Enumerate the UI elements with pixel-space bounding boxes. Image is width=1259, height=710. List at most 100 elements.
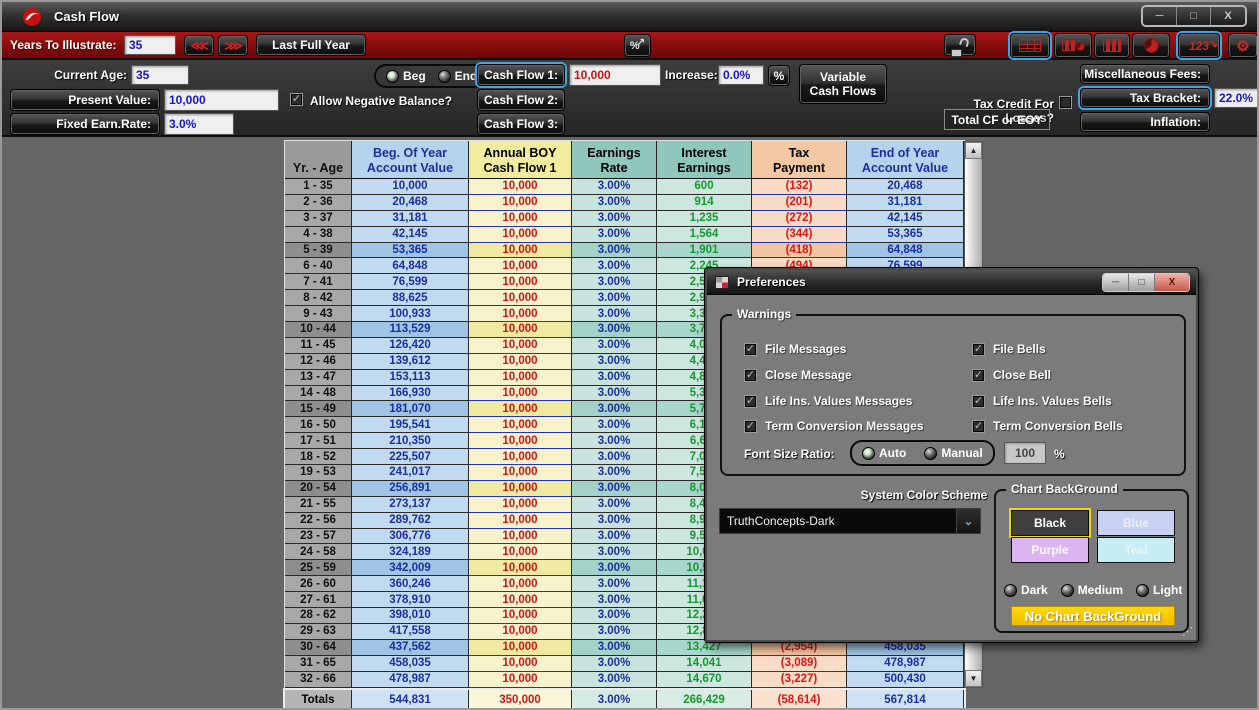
cell-earnings-rate[interactable]: 3.00% <box>572 210 657 227</box>
cell-end-of-year[interactable]: 64,848 <box>847 242 964 259</box>
bar-chart-button[interactable] <box>1094 33 1130 58</box>
cell-earnings-rate[interactable]: 3.00% <box>572 353 657 370</box>
cell-beg-of-year[interactable]: 241,017 <box>352 465 469 481</box>
cell-tax-payment[interactable]: (3,089) <box>752 655 847 672</box>
variable-cash-flows-button[interactable]: Variable Cash Flows <box>799 64 887 104</box>
preferences-maximize-icon[interactable]: □ <box>1129 274 1155 291</box>
cell-beg-of-year[interactable]: 360,246 <box>352 576 469 593</box>
cell-yr-age[interactable]: 17 - 51 <box>285 433 352 450</box>
cell-earnings-rate[interactable]: 3.00% <box>572 512 657 529</box>
cell-earnings-rate[interactable]: 3.00% <box>572 417 657 434</box>
close-message-checkbox-row[interactable]: Close Message <box>744 368 852 382</box>
cell-earnings-rate[interactable]: 3.00% <box>572 242 657 259</box>
cell-earnings-rate[interactable]: 3.00% <box>572 528 657 545</box>
purple-background-button[interactable]: Purple <box>1011 537 1089 563</box>
cell-yr-age[interactable]: 16 - 50 <box>285 417 352 434</box>
cell-yr-age[interactable]: 21 - 55 <box>285 496 352 513</box>
life-ins-messages-checkbox-row[interactable]: Life Ins. Values Messages <box>744 394 912 408</box>
cash-flow-3-button[interactable]: Cash Flow 3: <box>477 113 565 135</box>
cell-earnings-rate[interactable]: 3.00% <box>572 608 657 624</box>
term-conversion-bells-checkbox-row[interactable]: Term Conversion Bells <box>972 419 1123 433</box>
cell-beg-of-year[interactable]: 20,468 <box>352 194 469 211</box>
present-value-input[interactable] <box>164 89 279 111</box>
light-shade-radio[interactable]: Light <box>1136 583 1182 597</box>
cell-beg-of-year[interactable]: 64,848 <box>352 258 469 275</box>
preferences-close-icon[interactable]: X <box>1155 274 1189 291</box>
cell-cash-flow-1[interactable]: 10,000 <box>469 290 572 307</box>
cell-cash-flow-1[interactable]: 10,000 <box>469 322 572 338</box>
pie-chart-button[interactable] <box>1132 33 1170 58</box>
cell-interest-earnings[interactable]: 1,564 <box>657 226 752 243</box>
manual-radio[interactable]: Manual <box>924 446 983 460</box>
unlock-button[interactable] <box>944 34 976 57</box>
cell-earnings-rate[interactable]: 3.00% <box>572 179 657 195</box>
combo-chart-button[interactable] <box>1054 33 1092 58</box>
cell-earnings-rate[interactable]: 3.00% <box>572 385 657 402</box>
preferences-minimize-icon[interactable]: ─ <box>1103 274 1129 291</box>
cell-beg-of-year[interactable]: 273,137 <box>352 496 469 513</box>
scroll-down-icon[interactable]: ▼ <box>965 670 982 687</box>
cell-yr-age[interactable]: 22 - 56 <box>285 512 352 529</box>
cell-beg-of-year[interactable]: 225,507 <box>352 449 469 466</box>
cell-beg-of-year[interactable]: 113,529 <box>352 322 469 338</box>
cell-cash-flow-1[interactable]: 10,000 <box>469 528 572 545</box>
cell-yr-age[interactable]: 28 - 62 <box>285 608 352 624</box>
checked-checkbox-icon[interactable] <box>744 419 757 433</box>
cell-tax-payment[interactable]: (201) <box>752 194 847 211</box>
cell-beg-of-year[interactable]: 88,625 <box>352 290 469 307</box>
cell-yr-age[interactable]: 8 - 42 <box>285 290 352 307</box>
cell-interest-earnings[interactable]: 600 <box>657 179 752 195</box>
cash-flow-2-button[interactable]: Cash Flow 2: <box>477 89 565 111</box>
teal-background-button[interactable]: Teal <box>1097 537 1175 563</box>
tax-bracket-button[interactable]: Tax Bracket: <box>1080 88 1210 108</box>
present-value-button[interactable]: Present Value: <box>10 89 160 111</box>
cell-earnings-rate[interactable]: 3.00% <box>572 306 657 323</box>
cell-beg-of-year[interactable]: 458,035 <box>352 655 469 672</box>
cell-earnings-rate[interactable]: 3.00% <box>572 290 657 307</box>
font-size-ratio-input[interactable] <box>1004 442 1046 464</box>
cell-cash-flow-1[interactable]: 10,000 <box>469 608 572 624</box>
rank-values-button[interactable]: 123 ↘ <box>1178 33 1220 58</box>
cell-yr-age[interactable]: 13 - 47 <box>285 369 352 386</box>
cell-earnings-rate[interactable]: 3.00% <box>572 560 657 577</box>
cell-yr-age[interactable]: 32 - 66 <box>285 671 352 688</box>
cell-earnings-rate[interactable]: 3.00% <box>572 226 657 243</box>
cell-interest-earnings[interactable]: 14,041 <box>657 655 752 672</box>
cell-earnings-rate[interactable]: 3.00% <box>572 592 657 609</box>
increase-percent-button[interactable]: % <box>768 65 790 86</box>
cell-beg-of-year[interactable]: 31,181 <box>352 210 469 227</box>
cell-tax-payment[interactable]: (2,954) <box>752 639 847 656</box>
cell-yr-age[interactable]: 24 - 58 <box>285 544 352 561</box>
cell-beg-of-year[interactable]: 166,930 <box>352 385 469 402</box>
cell-yr-age[interactable]: 29 - 63 <box>285 623 352 640</box>
cell-beg-of-year[interactable]: 398,010 <box>352 608 469 624</box>
cell-earnings-rate[interactable]: 3.00% <box>572 433 657 450</box>
cell-end-of-year[interactable]: 458,035 <box>847 639 964 656</box>
cell-cash-flow-1[interactable]: 10,000 <box>469 465 572 481</box>
cell-earnings-rate[interactable]: 3.00% <box>572 369 657 386</box>
checked-checkbox-icon[interactable] <box>972 419 985 433</box>
inflation-button[interactable]: Inflation: <box>1080 112 1210 132</box>
cell-beg-of-year[interactable]: 195,541 <box>352 417 469 434</box>
cell-earnings-rate[interactable]: 3.00% <box>572 576 657 593</box>
cell-tax-payment[interactable]: (344) <box>752 226 847 243</box>
increase-input[interactable] <box>718 65 764 85</box>
cell-cash-flow-1[interactable]: 10,000 <box>469 560 572 577</box>
cell-interest-earnings[interactable]: 14,670 <box>657 671 752 688</box>
checked-checkbox-icon[interactable] <box>972 368 985 382</box>
cell-earnings-rate[interactable]: 3.00% <box>572 449 657 466</box>
current-age-input[interactable] <box>131 65 189 85</box>
cell-earnings-rate[interactable]: 3.00% <box>572 655 657 672</box>
cell-earnings-rate[interactable]: 3.00% <box>572 639 657 656</box>
cell-end-of-year[interactable]: 500,430 <box>847 671 964 688</box>
cell-tax-payment[interactable]: (272) <box>752 210 847 227</box>
minimize-icon[interactable]: ─ <box>1143 7 1177 25</box>
maximize-icon[interactable]: □ <box>1177 7 1211 25</box>
auto-radio[interactable]: Auto <box>862 446 906 460</box>
step-forward-button[interactable]: ⋙ <box>218 35 248 56</box>
cell-cash-flow-1[interactable]: 10,000 <box>469 496 572 513</box>
scroll-up-icon[interactable]: ▲ <box>965 142 982 159</box>
grid-view-button[interactable] <box>1010 33 1050 58</box>
checked-checkbox-icon[interactable] <box>744 394 757 408</box>
cell-cash-flow-1[interactable]: 10,000 <box>469 337 572 354</box>
